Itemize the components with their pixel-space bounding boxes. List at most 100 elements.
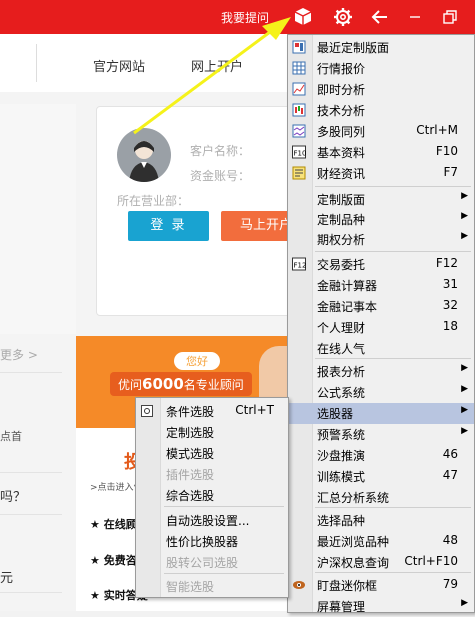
menu-item[interactable]: 期权分析 ▶	[288, 229, 474, 250]
menu-item[interactable]: 最近浏览品种 48	[288, 531, 474, 552]
menu-item[interactable]: 沪深权息查询 Ctrl+F10	[288, 552, 474, 573]
menu-item[interactable]: 多股同列 Ctrl+M	[288, 121, 474, 142]
menu-item-label: 个人理财	[317, 321, 366, 335]
menu-item-label: 交易委托	[317, 258, 366, 272]
menu-item-label: 最近定制版面	[317, 41, 390, 55]
account-label: 资金账号：	[190, 169, 251, 183]
submenu-item-label: 性价比换股器	[166, 535, 239, 549]
menu-item-shortcut: 48	[442, 533, 458, 547]
menu-item-label: 行情报价	[317, 62, 366, 76]
list-item[interactable]: 吗？	[0, 486, 26, 505]
submenu-item-label: 智能选股	[166, 580, 215, 594]
back-arrow-icon[interactable]	[368, 5, 392, 29]
submenu-arrow-icon: ▶	[461, 405, 468, 415]
menu-item[interactable]: 选择品种	[288, 510, 474, 531]
menu-item-shortcut: Ctrl+M	[416, 123, 458, 137]
menu-item[interactable]: 报表分析 ▶	[288, 361, 474, 382]
left-panel	[0, 104, 76, 334]
multi-chart-icon	[292, 124, 306, 138]
menu-item[interactable]: 定制版面 ▶	[288, 189, 474, 210]
restore-icon[interactable]	[438, 5, 462, 29]
nav-official-site[interactable]: 官方网站	[93, 56, 145, 75]
menu-item-shortcut: F10	[435, 144, 458, 158]
menu-item[interactable]: 最近定制版面	[288, 37, 474, 58]
f12-icon: F12	[292, 257, 306, 271]
menu-item-shortcut: Ctrl+F10	[404, 554, 458, 568]
submenu-arrow-icon: ▶	[461, 211, 468, 221]
menu-item-label: 汇总分析系统	[317, 491, 390, 505]
menu-item[interactable]: 选股器 ▶	[288, 403, 474, 424]
news-icon	[292, 166, 306, 180]
menu-item[interactable]: F12 交易委托 F12	[288, 254, 474, 275]
menu-item-shortcut: 46	[442, 447, 458, 461]
submenu-arrow-icon: ▶	[461, 598, 468, 608]
menu-item[interactable]: 汇总分析系统	[288, 487, 474, 508]
context-menu: 最近定制版面 行情报价 即时分析 技术分析 多股同列 Ctrl+M F10 基本资料 F10 财经…	[287, 34, 475, 614]
menu-item[interactable]: 个人理财 18	[288, 317, 474, 338]
menu-item[interactable]: 训练模式 47	[288, 466, 474, 487]
minimize-icon[interactable]	[403, 5, 427, 29]
menu-separator	[315, 186, 471, 187]
menu-item-label: 沪深权息查询	[317, 556, 390, 570]
ask-question-link[interactable]: 我要提问	[221, 9, 269, 26]
submenu-item: 插件选股	[136, 464, 288, 485]
submenu-arrow-icon: ▶	[461, 191, 468, 201]
login-button[interactable]: 登 录	[128, 211, 209, 241]
stock-screener-submenu: 条件选股 Ctrl+T 定制选股 模式选股插件选股综合选股自动选股设置... 性价比换股…	[135, 397, 289, 598]
svg-text:F12: F12	[294, 262, 307, 270]
candlestick-icon	[292, 103, 306, 117]
menu-item-label: 基本资料	[317, 146, 366, 160]
submenu-arrow-icon: ▶	[461, 384, 468, 394]
submenu-item-label: 自动选股设置...	[166, 514, 250, 528]
menu-item-label: 定制版面	[317, 193, 366, 207]
submenu-item[interactable]: 自动选股设置...	[136, 510, 288, 531]
nav-open-account[interactable]: 网上开户	[191, 56, 243, 75]
menu-item-label: 在线人气	[317, 342, 366, 356]
menu-item[interactable]: F10 基本资料 F10	[288, 142, 474, 163]
submenu-item: 智能选股	[136, 576, 288, 597]
menu-item[interactable]: 定制品种 ▶	[288, 209, 474, 230]
menu-item[interactable]: 公式系统 ▶	[288, 382, 474, 403]
submenu-item-label: 插件选股	[166, 468, 215, 482]
menu-item[interactable]: 金融记事本 32	[288, 296, 474, 317]
divider	[0, 372, 62, 373]
menu-item[interactable]: 屏幕管理 ▶	[288, 596, 474, 617]
banner-hello: 您好	[174, 352, 220, 370]
cube-icon[interactable]	[291, 5, 315, 29]
menu-item[interactable]: 沙盘推演 46	[288, 445, 474, 466]
menu-separator	[164, 573, 284, 574]
menu-item-label: 技术分析	[317, 104, 366, 118]
menu-item-label: 屏幕管理	[317, 600, 366, 614]
submenu-item[interactable]: 性价比换股器	[136, 531, 288, 552]
menu-item[interactable]: 在线人气	[288, 338, 474, 359]
more-link[interactable]: 更多 >	[0, 346, 38, 363]
menu-item[interactable]: 金融计算器 31	[288, 275, 474, 296]
menu-item[interactable]: 预警系统 ▶	[288, 424, 474, 445]
divider	[0, 592, 62, 593]
menu-item-label: 预警系统	[317, 428, 366, 442]
submenu-item[interactable]: 条件选股 Ctrl+T	[136, 401, 288, 422]
menu-item-shortcut: 31	[442, 277, 458, 291]
menu-item[interactable]: 行情报价	[288, 58, 474, 79]
menu-item[interactable]: 盯盘迷你框 79	[288, 575, 474, 596]
menu-item[interactable]: 财经资讯 F7	[288, 163, 474, 184]
menu-item[interactable]: 技术分析	[288, 100, 474, 121]
menu-item-label: 报表分析	[317, 365, 366, 379]
menu-item-label: 金融记事本	[317, 300, 378, 314]
submenu-item[interactable]: 综合选股	[136, 485, 288, 506]
submenu-item[interactable]: 模式选股	[136, 443, 288, 464]
gear-icon[interactable]	[331, 5, 355, 29]
menu-item[interactable]: 即时分析	[288, 79, 474, 100]
submenu-item[interactable]: 定制选股	[136, 422, 288, 443]
list-item[interactable]: 点首	[0, 428, 22, 444]
branch-label: 所在营业部：	[117, 194, 190, 208]
menu-item-label: 金融计算器	[317, 279, 378, 293]
menu-item-label: 最近浏览品种	[317, 535, 390, 549]
menu-separator	[164, 506, 284, 507]
condition-select-icon	[141, 405, 153, 417]
list-item[interactable]: 元	[0, 567, 13, 586]
menu-item-label: 训练模式	[317, 470, 366, 484]
submenu-arrow-icon: ▶	[461, 231, 468, 241]
menu-item-shortcut: 32	[442, 298, 458, 312]
avatar	[117, 128, 171, 182]
